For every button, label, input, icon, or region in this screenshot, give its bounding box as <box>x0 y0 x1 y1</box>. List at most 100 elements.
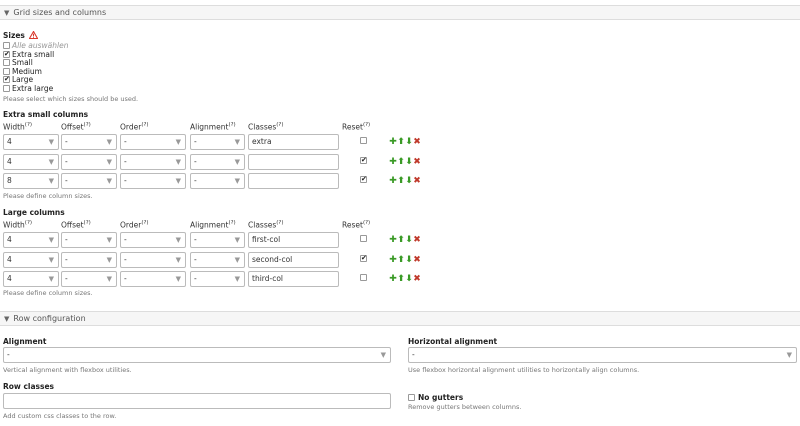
order-value: - <box>124 274 127 283</box>
row-actions: ✚⬆⬇✖ <box>389 137 421 147</box>
order-select[interactable]: - ▼ <box>120 251 186 268</box>
classes-input[interactable]: extra <box>248 134 339 150</box>
offset-select[interactable]: - ▼ <box>61 134 117 150</box>
arrow-down-icon[interactable]: ⬇ <box>405 176 413 186</box>
reset-checkbox[interactable] <box>360 254 367 262</box>
close-icon[interactable]: ✖ <box>413 274 421 284</box>
size-checkbox[interactable] <box>3 50 10 58</box>
triangle-down-icon: ▼ <box>4 9 10 17</box>
offset-select[interactable]: - ▼ <box>61 153 117 170</box>
select-caret-icon: ▼ <box>48 177 54 185</box>
alignment-value: - <box>194 137 197 146</box>
reset-checkbox[interactable] <box>360 274 367 281</box>
arrow-up-icon[interactable]: ⬆ <box>397 157 405 167</box>
order-select[interactable]: - ▼ <box>120 153 186 170</box>
plus-icon[interactable]: ✚ <box>389 255 397 265</box>
arrow-down-icon[interactable]: ⬇ <box>405 235 413 245</box>
alignment-value: - <box>194 274 197 283</box>
offset-select[interactable]: - ▼ <box>61 251 117 268</box>
alignment-select[interactable]: - ▼ <box>190 173 245 189</box>
size-checkbox[interactable] <box>3 75 10 83</box>
arrow-up-icon[interactable]: ⬆ <box>397 235 405 245</box>
select-caret-icon: ▼ <box>175 236 181 244</box>
arrow-up-icon[interactable]: ⬆ <box>397 255 405 265</box>
reset-checkbox[interactable] <box>360 137 367 144</box>
select-caret-icon: ▼ <box>175 177 181 185</box>
plus-icon[interactable]: ✚ <box>389 235 397 245</box>
row-classes-input[interactable] <box>3 393 391 409</box>
width-value: 8 <box>7 176 12 185</box>
plus-icon[interactable]: ✚ <box>389 274 397 284</box>
offset-value: - <box>65 137 68 146</box>
classes-input[interactable] <box>248 153 339 170</box>
size-checkbox[interactable] <box>3 59 10 66</box>
width-select[interactable]: 4 ▼ <box>3 271 59 287</box>
offset-value: - <box>65 176 68 185</box>
row-actions: ✚⬆⬇✖ <box>389 176 421 186</box>
reset-checkbox[interactable] <box>360 235 367 242</box>
help-marker: (?) <box>362 122 371 128</box>
close-icon[interactable]: ✖ <box>413 255 421 265</box>
offset-select[interactable]: - ▼ <box>61 271 117 287</box>
row-section-header[interactable]: ▼ Row configuration <box>0 311 800 326</box>
reset-checkbox[interactable] <box>360 175 367 183</box>
help-marker: (?) <box>276 220 284 226</box>
halign-select[interactable]: - ▼ <box>408 347 797 363</box>
width-select[interactable]: 8 ▼ <box>3 173 59 189</box>
close-icon[interactable]: ✖ <box>413 176 421 186</box>
classes-input[interactable]: third-col <box>248 271 339 287</box>
help-marker: (?) <box>141 122 149 128</box>
classes-input[interactable] <box>248 173 339 189</box>
grid-section-header[interactable]: ▼ Grid sizes and columns <box>0 5 800 20</box>
order-select[interactable]: - ▼ <box>120 134 186 150</box>
width-select[interactable]: 4 ▼ <box>3 134 59 150</box>
width-select[interactable]: 4 ▼ <box>3 232 59 248</box>
alignment-select[interactable]: - ▼ <box>190 232 245 248</box>
close-icon[interactable]: ✖ <box>413 235 421 245</box>
no-gutters-checkbox[interactable] <box>408 394 415 401</box>
close-icon[interactable]: ✖ <box>413 137 421 147</box>
width-select[interactable]: 4 ▼ <box>3 251 59 268</box>
arrow-up-icon[interactable]: ⬆ <box>397 137 405 147</box>
select-caret-icon: ▼ <box>48 275 54 283</box>
column-header-width: Width(?) <box>3 122 32 132</box>
arrow-down-icon[interactable]: ⬇ <box>405 137 413 147</box>
arrow-up-icon[interactable]: ⬆ <box>397 176 405 186</box>
order-select[interactable]: - ▼ <box>120 232 186 248</box>
reset-checkbox[interactable] <box>360 156 367 164</box>
alignment-select[interactable]: - ▼ <box>3 347 391 363</box>
alignment-select[interactable]: - ▼ <box>190 153 245 170</box>
column-header-alignment: Alignment(?) <box>190 122 236 132</box>
order-select[interactable]: - ▼ <box>120 271 186 287</box>
select-caret-icon: ▼ <box>234 255 240 264</box>
size-checkbox[interactable] <box>3 67 10 75</box>
plus-icon[interactable]: ✚ <box>389 157 397 167</box>
help-marker: (?) <box>24 220 33 226</box>
size-checkbox[interactable] <box>3 84 10 92</box>
order-select[interactable]: - ▼ <box>120 173 186 189</box>
column-header-alignment: Alignment(?) <box>190 220 236 230</box>
column-header-classes: Classes(?) <box>248 220 283 230</box>
offset-select[interactable]: - ▼ <box>61 232 117 248</box>
column-header-text: Classes <box>248 220 277 230</box>
classes-input[interactable]: second-col <box>248 251 339 268</box>
classes-input[interactable]: first-col <box>248 232 339 248</box>
alignment-select[interactable]: - ▼ <box>190 251 245 268</box>
help-marker: (?) <box>276 122 284 128</box>
row-classes-label: Row classes <box>3 382 55 391</box>
offset-select[interactable]: - ▼ <box>61 173 117 189</box>
arrow-down-icon[interactable]: ⬇ <box>405 157 413 167</box>
alignment-select[interactable]: - ▼ <box>190 134 245 150</box>
arrow-down-icon[interactable]: ⬇ <box>405 255 413 265</box>
arrow-down-icon[interactable]: ⬇ <box>405 274 413 284</box>
alignment-select[interactable]: - ▼ <box>190 271 245 287</box>
arrow-up-icon[interactable]: ⬆ <box>397 274 405 284</box>
close-icon[interactable]: ✖ <box>413 157 421 167</box>
width-select[interactable]: 4 ▼ <box>3 153 59 170</box>
alignment-value: - <box>194 235 197 244</box>
lg-help: Please define column sizes. <box>3 289 93 297</box>
plus-icon[interactable]: ✚ <box>389 176 397 186</box>
plus-icon[interactable]: ✚ <box>389 137 397 147</box>
size-checkbox[interactable] <box>3 42 10 49</box>
alignment-value: - <box>194 176 197 185</box>
